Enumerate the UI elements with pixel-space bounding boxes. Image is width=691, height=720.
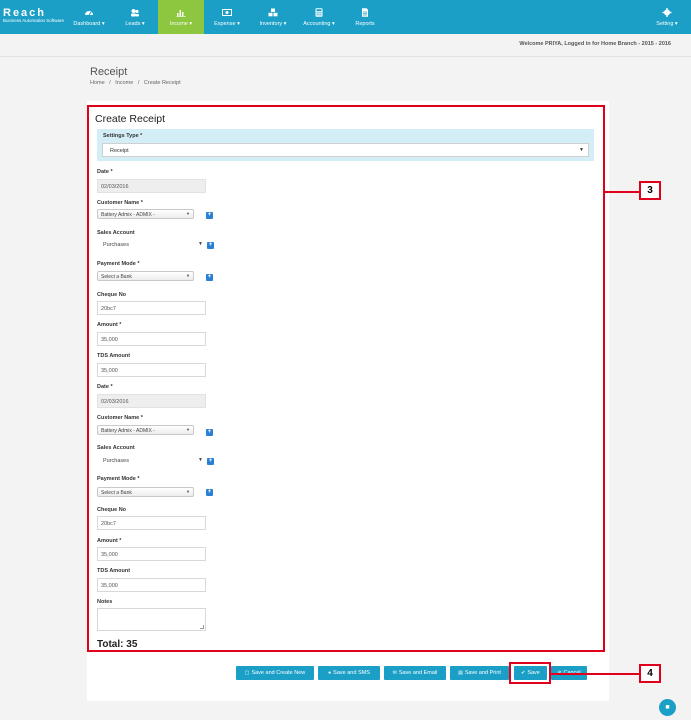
nav-label: Dashboard ▾ <box>73 20 105 27</box>
nav-label: Income ▾ <box>169 20 193 27</box>
nav-label: Accounting ▾ <box>303 20 335 27</box>
document-icon <box>362 7 368 17</box>
welcome-message: Welcome PRIYA, Logged in for Home Branch… <box>519 41 671 47</box>
bar-chart-icon <box>176 9 186 17</box>
callout-3: 3 <box>639 181 661 200</box>
dashboard-icon <box>85 10 93 15</box>
nav-label: Reports <box>355 20 375 27</box>
print-icon: ▤ <box>458 670 463 676</box>
nav-label: Leads ▾ <box>125 20 145 27</box>
nav-item-setting[interactable]: Setting ▾ <box>643 0 691 34</box>
chat-bubble-icon: ■ <box>665 704 670 711</box>
nav-label: Inventory ▾ <box>259 20 287 27</box>
breadcrumb-income[interactable]: Income <box>115 80 133 86</box>
save-and-print-button[interactable]: ▤ Save and Print <box>450 666 509 680</box>
form-highlight-box <box>87 105 605 652</box>
calculator-icon <box>315 7 323 17</box>
nav-label: Setting ▾ <box>656 20 678 27</box>
save-and-create-new-button[interactable]: ▢ Save and Create New <box>236 666 314 680</box>
nav-item-dashboard[interactable]: Dashboard ▾ <box>66 0 112 34</box>
save-highlight-box <box>509 662 551 684</box>
button-label: Save and Create New <box>251 670 306 676</box>
nav-label: Expense ▾ <box>214 20 240 27</box>
cubes-icon <box>268 8 278 16</box>
page-title: Receipt <box>90 66 128 78</box>
chat-widget-button[interactable]: ■ <box>659 699 676 716</box>
nav-item-inventory[interactable]: Inventory ▾ <box>250 0 296 34</box>
nav-item-expense[interactable]: Expense ▾ <box>204 0 250 34</box>
callout-4: 4 <box>639 664 661 683</box>
button-label: Save and SMS <box>333 670 370 676</box>
header-divider <box>0 56 691 57</box>
brand-logo[interactable]: Reach Business Automation Software <box>0 0 66 34</box>
button-label: Save and Print <box>464 670 501 676</box>
nav-item-reports[interactable]: Reports <box>342 0 388 34</box>
save-and-sms-button[interactable]: ● Save and SMS <box>318 666 380 680</box>
nav-item-income[interactable]: Income ▾ <box>158 0 204 34</box>
callout-leader-line <box>605 191 639 193</box>
file-icon: ▢ <box>244 670 250 676</box>
gear-icon <box>662 7 672 17</box>
breadcrumb: Home / Income / Create Receipt <box>90 80 184 86</box>
callout-leader-line <box>551 673 639 675</box>
save-and-email-button[interactable]: ✉ Save and Email <box>384 666 446 680</box>
nav-item-leads[interactable]: Leads ▾ <box>112 0 158 34</box>
envelope-icon: ✉ <box>392 670 397 676</box>
top-navbar: Reach Business Automation Software Dashb… <box>0 0 691 34</box>
breadcrumb-current: Create Receipt <box>143 80 181 86</box>
brand-name: Reach <box>3 7 47 19</box>
leads-icon <box>131 8 139 16</box>
breadcrumb-separator: / <box>137 80 140 86</box>
money-icon <box>222 8 232 16</box>
comments-icon: ● <box>328 670 332 676</box>
nav-item-accounting[interactable]: Accounting ▾ <box>296 0 342 34</box>
breadcrumb-separator: / <box>109 80 111 86</box>
breadcrumb-home[interactable]: Home <box>90 80 105 86</box>
brand-tagline: Business Automation Software <box>3 18 65 23</box>
button-label: Save and Email <box>398 670 438 676</box>
